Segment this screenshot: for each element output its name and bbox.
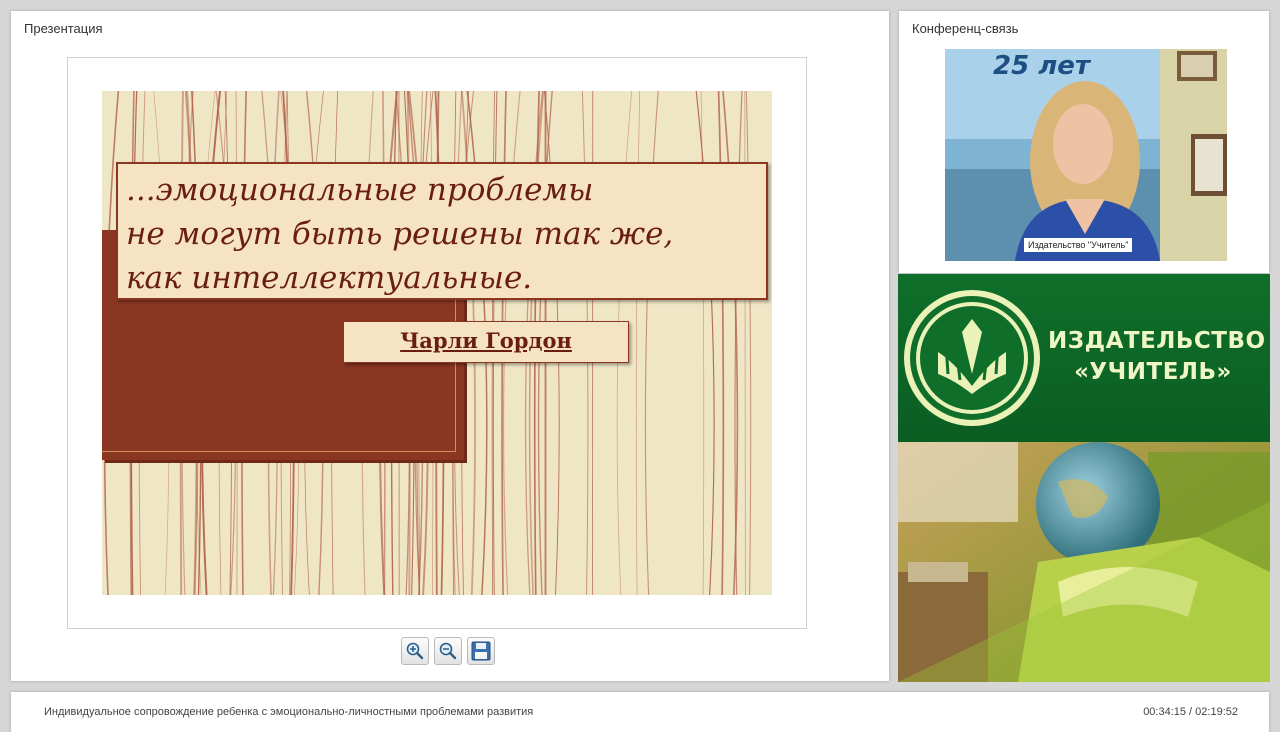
quote-line-1: ...эмоциональные проблемы (126, 172, 594, 208)
publisher-banner: ИЗДАТЕЛЬСТВО «УЧИТЕЛЬ» (898, 274, 1270, 442)
author-box: Чарли Гордон (343, 321, 629, 363)
quote-line-2: не могут быть решены так же, (126, 216, 674, 252)
webinar-title: Индивидуальное сопровождение ребенка с э… (44, 706, 534, 718)
publisher-logo-icon (904, 290, 1040, 426)
quote-line-3: как интеллектуальные. (126, 260, 533, 296)
conference-title: Конференц-связь (912, 21, 1019, 36)
zoom-out-button[interactable] (434, 637, 462, 665)
zoom-in-button[interactable] (401, 637, 429, 665)
presentation-title: Презентация (24, 21, 103, 36)
slide-frame: ...эмоциональные проблемы не могут быть … (67, 57, 807, 629)
save-button[interactable] (467, 637, 495, 665)
video-feed[interactable]: 25 лет Издательство "Учитель" (945, 49, 1227, 261)
presentation-panel: Презентация ...эмоциональные проблемы не… (11, 11, 889, 681)
video-poster-text: 25 лет (993, 51, 1090, 81)
books-globe-picture (898, 442, 1270, 682)
conference-panel: Конференц-связь 25 лет Издательство "Учи… (899, 11, 1269, 273)
books-globe-image (898, 442, 1270, 682)
video-caption: Издательство "Учитель" (1024, 238, 1133, 252)
slide: ...эмоциональные проблемы не могут быть … (102, 91, 772, 595)
quote-box: ...эмоциональные проблемы не могут быть … (116, 162, 768, 300)
zoom-in-icon (406, 642, 424, 660)
publisher-name: ИЗДАТЕЛЬСТВО «УЧИТЕЛЬ» (1048, 328, 1266, 385)
quote-author: Чарли Гордон (400, 328, 572, 353)
footer-bar: Индивидуальное сопровождение ребенка с э… (11, 692, 1269, 732)
save-icon (471, 641, 491, 661)
zoom-out-icon (439, 642, 457, 660)
playback-time: 00:34:15 / 02:19:52 (1143, 706, 1238, 718)
